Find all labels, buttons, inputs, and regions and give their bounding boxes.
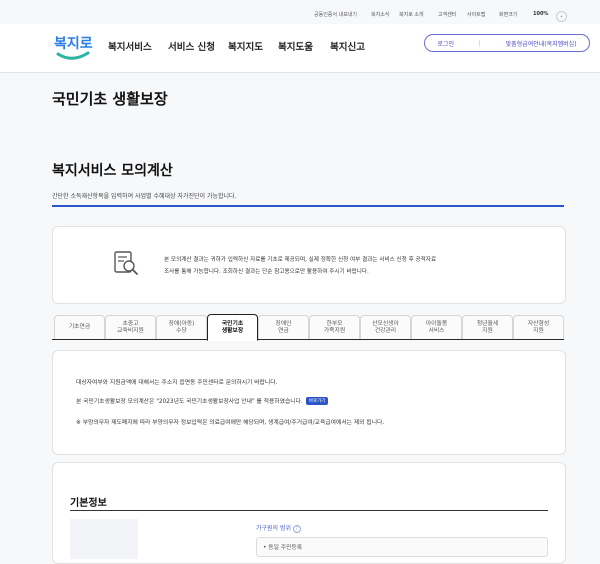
basic-info-title: 기본정보 [70,498,107,509]
login-divider: | [478,39,481,47]
info-line2: 본 국민기초생활보장 모의계산은 "2023년도 국민기초생활보장사업 안내" … [76,396,329,405]
notice-text-line2: 조사를 통해 가능합니다. 조회하신 결과는 단순 참고용으로만 활용하여 주시… [164,269,369,275]
tab-basic-pension[interactable]: 기초연금 [54,315,105,339]
tab-label: 초중고 교육비지원 [117,320,144,334]
tab-label: 장애인 연금 [275,320,292,334]
tab-disability-pension[interactable]: 장애인 연금 [258,315,309,339]
info-line2-text: 본 국민기초생활보장 모의계산은 "2023년도 국민기초생활보장사업 안내" … [76,399,303,405]
shortcut-badge-button[interactable]: 바로가기 [305,397,329,405]
utility-bar: 공동인증서 내보내기 복지소식 복지로 소개 고객센터 사이트맵 화면크기 10… [0,11,600,23]
tab-label: 산모신생아 건강관리 [372,320,399,334]
tab-disability-allowance[interactable]: 장애(아동) 수당 [156,315,207,339]
tab-youth-rent[interactable]: 청년월세 지원 [462,315,513,339]
tab-label: 국민기초 생활보장 [221,320,244,334]
nav-service-apply[interactable]: 서비스 신청 [168,39,215,53]
household-range-label: 가구원의 범위 ? [256,523,301,533]
tab-label: 기초연금 [68,324,91,330]
logo-icon: 복지로 [54,36,93,60]
tab-maternal-care[interactable]: 산모신생아 건강관리 [360,315,411,339]
household-range-field[interactable]: • 동일 주민등록 [256,537,548,557]
nav-welfare-service[interactable]: 복지서비스 [108,39,152,53]
login-button[interactable]: 로그인 [437,39,454,48]
notice-text-line1: 본 모의계산 결과는 귀하가 입력하신 자료를 기초로 제공되며, 실제 정확한… [164,257,437,263]
utility-news-link[interactable]: 복지소식 [371,11,389,18]
help-icon[interactable]: ? [292,525,301,533]
basic-info-divider [70,510,548,511]
tab-child-care[interactable]: 아이돌봄 서비스 [411,315,462,339]
info-line3: ※ 부양의무자 제도폐지에 따라 부양의무자 정보입력은 의료급여에만 해당되며… [76,420,385,426]
tab-single-parent[interactable]: 한부모 가족지원 [309,315,360,339]
nav-welfare-report[interactable]: 복지신고 [330,39,365,53]
logo[interactable]: 복지로 [52,30,96,64]
tab-label: 장애(아동) 수당 [168,320,195,334]
section-divider [52,205,564,207]
zoom-dropdown-icon[interactable]: ⌄ [556,11,567,22]
custom-benefit-button[interactable]: 맞춤형급여안내(복지멤버십) [506,39,577,48]
tab-label: 자산형성 지원 [527,320,550,334]
tab-basic-livelihood[interactable]: 국민기초 생활보장 [207,314,258,341]
section-description: 간단한 소득재산항목을 입력하여 사업별 수혜대상 자가진단이 가능합니다. [52,193,237,200]
nav-welfare-help[interactable]: 복지도움 [278,39,313,53]
page-title: 국민기초 생활보장 [52,90,168,108]
basic-info-side-panel [70,519,138,559]
utility-zoom-value: 100% [533,11,549,17]
utility-cert-export-link[interactable]: 공동인증서 내보내기 [314,11,357,18]
utility-support-link[interactable]: 고객센터 [438,11,456,18]
tab-label: 아이돌봄 서비스 [425,320,448,334]
tab-label: 한부모 가족지원 [323,320,346,334]
utility-sitemap-link[interactable]: 사이트맵 [467,11,485,18]
utility-about-link[interactable]: 복지로 소개 [399,11,424,18]
tab-education-support[interactable]: 초중고 교육비지원 [105,315,156,339]
info-line1: 대상자여부와 지원금액에 대해서는 주소지 읍면동 주민센터로 문의하시기 바랍… [76,380,278,386]
nav-welfare-map[interactable]: 복지지도 [228,39,263,53]
logo-text: 복지로 [54,36,93,52]
document-search-icon [112,249,140,277]
tab-label: 청년월세 지원 [476,320,499,334]
utility-zoom-label: 화면크기 [499,12,518,18]
login-group: 로그인 | 맞춤형급여안내(복지멤버십) [424,34,590,52]
section-title: 복지서비스 모의계산 [52,163,173,179]
tab-asset-building[interactable]: 자산형성 지원 [513,315,564,339]
